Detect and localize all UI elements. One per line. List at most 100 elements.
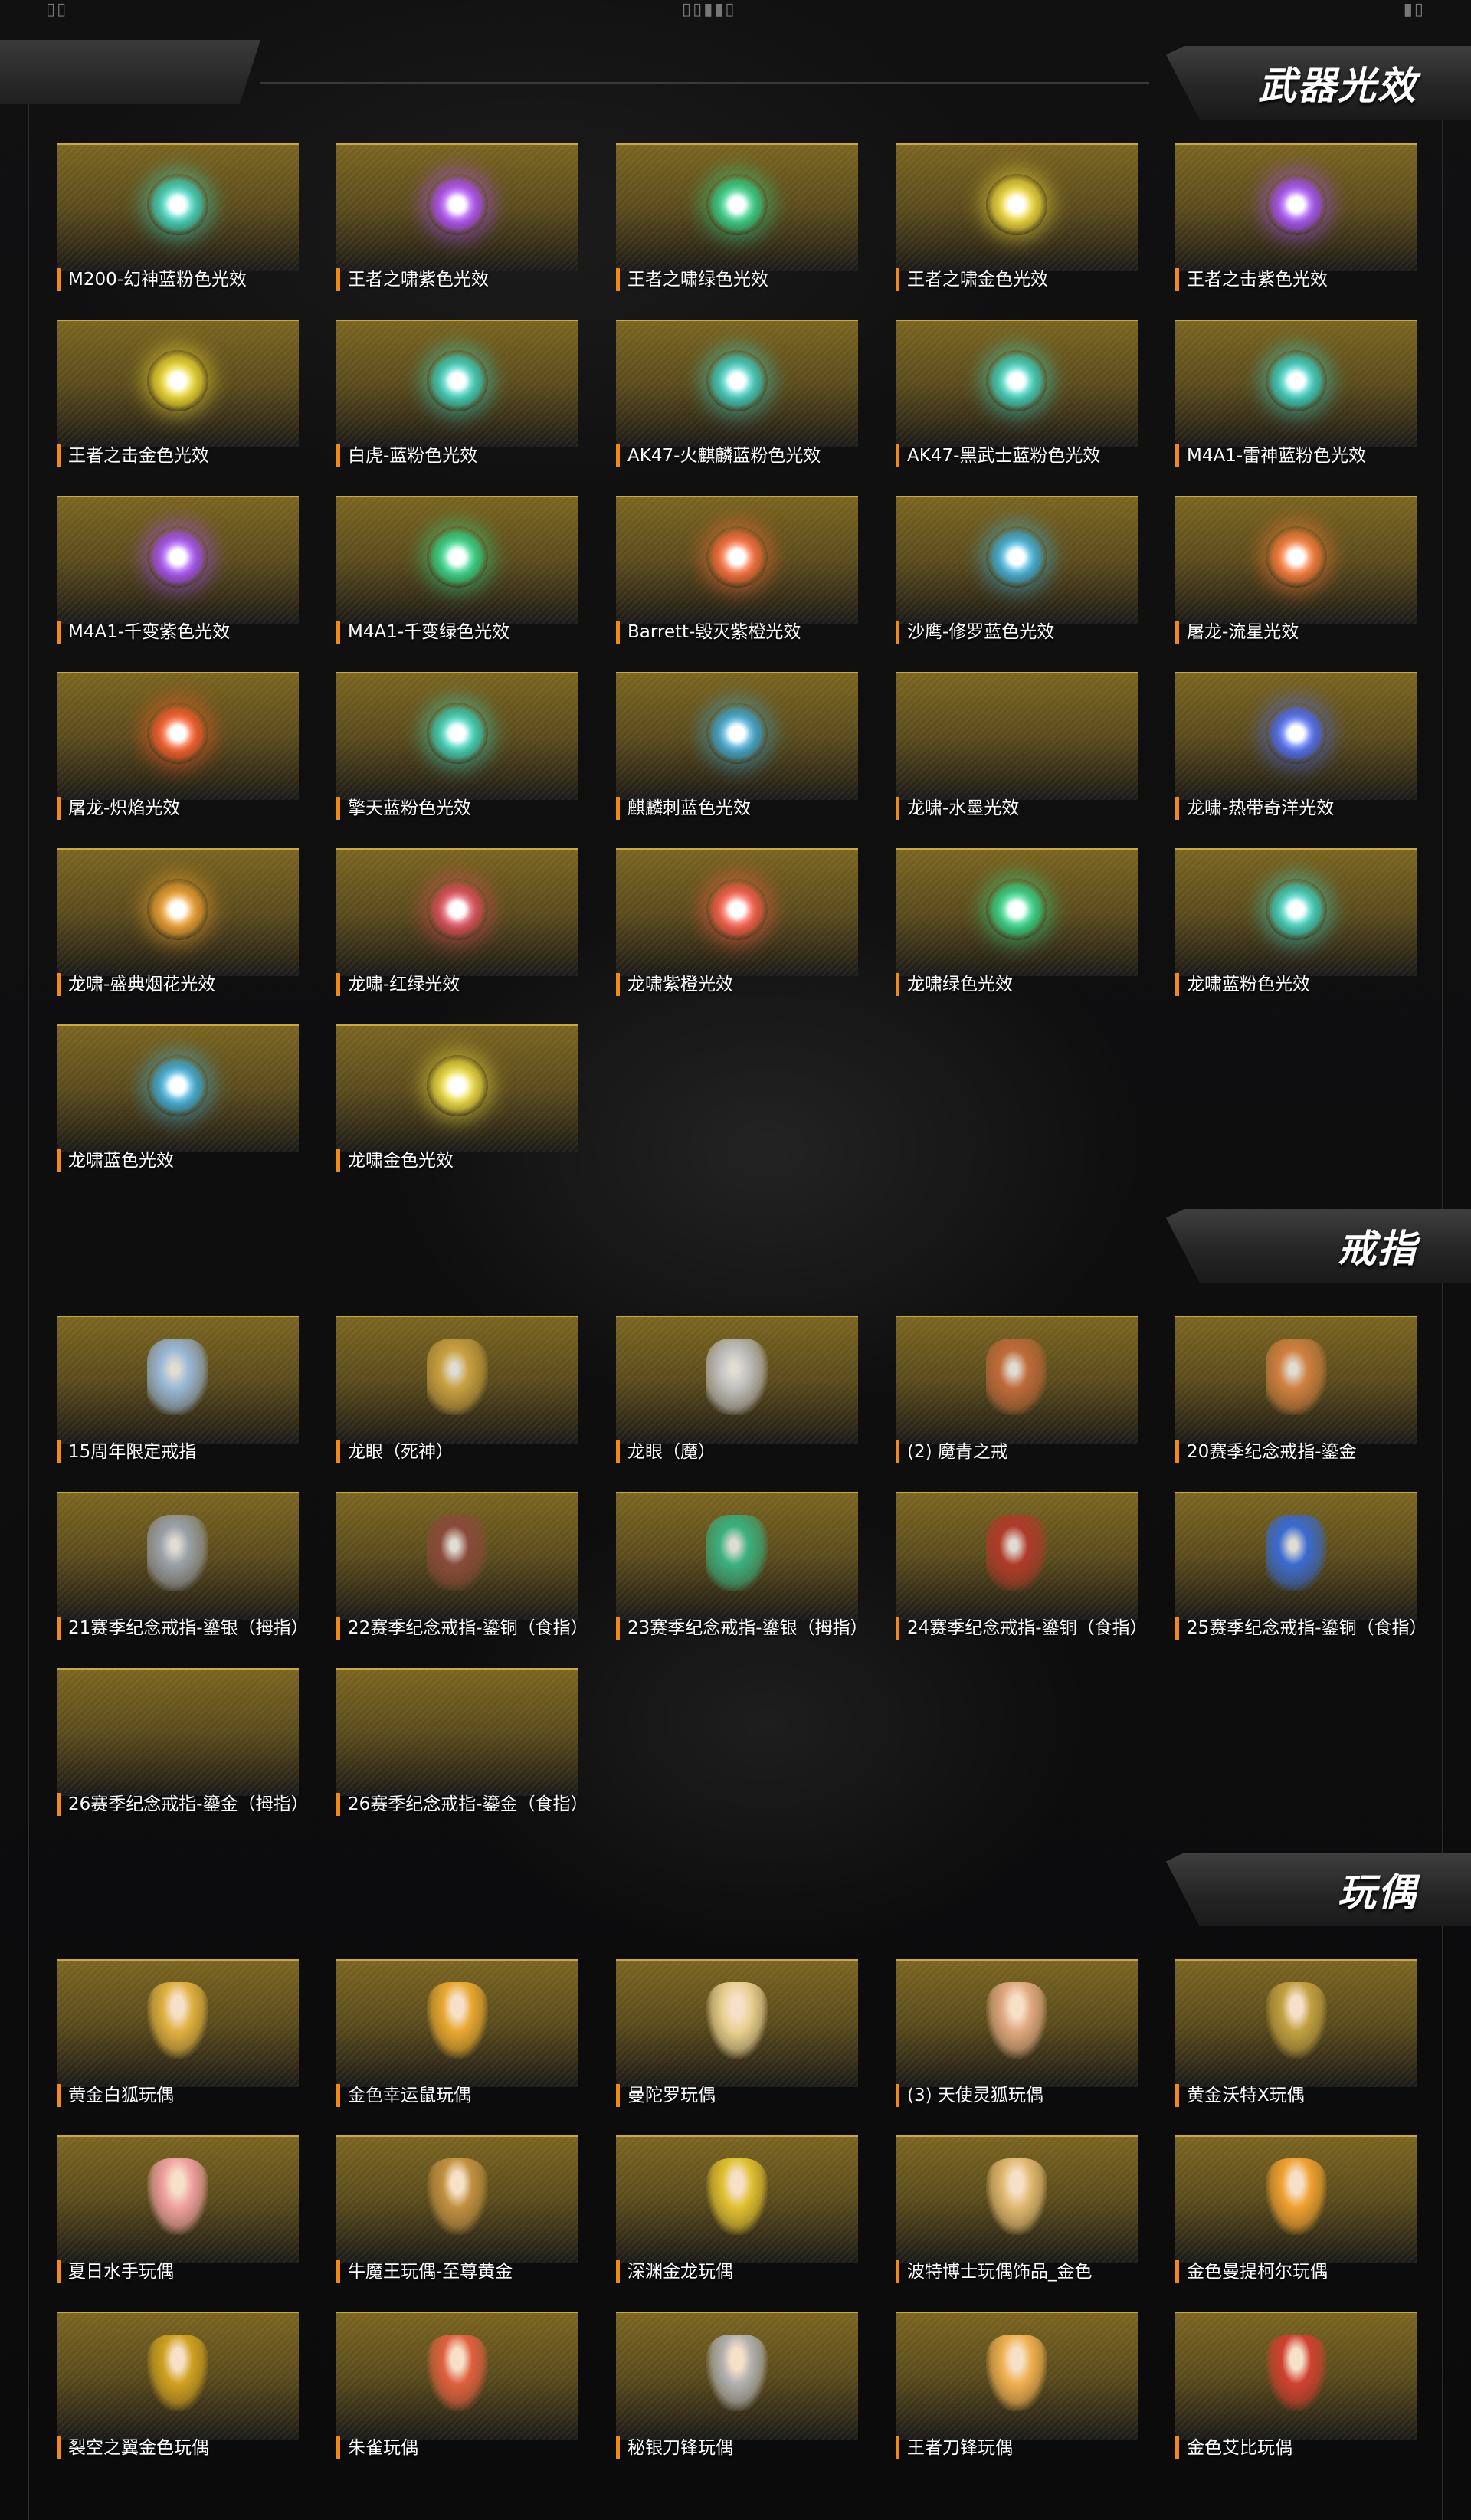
section-title: 戒指 [1338,1227,1417,1271]
item-label: 26赛季纪念戒指-鎏金（拇指） [57,1793,299,1816]
item-card[interactable]: 沙鹰-修罗蓝色光效 [896,496,1138,653]
item-card[interactable]: 王者之击金色光效 [57,320,299,477]
item-card[interactable]: 裂空之翼金色玩偶 [57,2312,299,2469]
item-card[interactable]: 牛魔王玩偶-至尊黄金 [336,2135,578,2292]
light-effect-icon [147,350,208,411]
light-effect-icon [427,1055,488,1116]
section-tab-weapon-effects: 武器光效 [1166,46,1471,120]
item-card[interactable]: 龙啸紫橙光效 [616,848,858,1005]
item-card[interactable]: M4A1-雷神蓝粉色光效 [1175,320,1417,477]
item-label: 25赛季纪念戒指-鎏铜（食指） [1175,1617,1417,1640]
item-label: 22赛季纪念戒指-鎏铜（食指） [336,1617,578,1640]
item-card[interactable]: 26赛季纪念戒指-鎏金（食指） [336,1668,578,1825]
light-effect-icon [147,703,208,764]
item-label: 龙啸-盛典烟花光效 [57,973,299,996]
item-card[interactable]: 擎天蓝粉色光效 [336,672,578,829]
item-card[interactable]: 龙啸蓝粉色光效 [1175,848,1417,1005]
light-effect-icon [706,879,768,940]
item-thumbnail [336,672,578,800]
item-label: M4A1-千变绿色光效 [336,621,578,644]
item-thumbnail [57,2135,299,2263]
item-card[interactable]: 黄金白狐玩偶 [57,1959,299,2116]
item-card[interactable]: 龙啸-盛典烟花光效 [57,848,299,1005]
item-label: 23赛季纪念戒指-鎏银（拇指） [616,1617,858,1640]
item-label: AK47-黑武士蓝粉色光效 [896,444,1138,467]
item-card[interactable]: (2) 魔青之戒 [896,1316,1138,1473]
item-thumbnail [616,143,858,271]
item-card[interactable]: 23赛季纪念戒指-鎏银（拇指） [616,1492,858,1649]
item-card[interactable]: 龙眼（死神） [336,1316,578,1473]
item-label: 曼陀罗玩偶 [616,2084,858,2107]
item-label: 龙啸-水墨光效 [896,797,1138,820]
item-card[interactable]: 秘银刀锋玩偶 [616,2312,858,2469]
light-effect-icon [706,526,768,588]
doll-icon [427,1982,488,2059]
item-card[interactable]: 黄金沃特X玩偶 [1175,1959,1417,2116]
item-thumbnail [1175,1316,1417,1444]
item-label: AK47-火麒麟蓝粉色光效 [616,444,858,467]
item-card[interactable]: 波特博士玩偶饰品_金色 [896,2135,1138,2292]
light-effect-icon [427,350,488,411]
item-card[interactable]: 朱雀玩偶 [336,2312,578,2469]
item-card[interactable]: 25赛季纪念戒指-鎏铜（食指） [1175,1492,1417,1649]
item-label: 黄金沃特X玩偶 [1175,2084,1417,2107]
item-label: 王者之击金色光效 [57,444,299,467]
light-effect-icon [986,879,1047,940]
item-card[interactable]: 王者之啸金色光效 [896,143,1138,300]
item-card[interactable]: 龙啸-热带奇洋光效 [1175,672,1417,829]
item-card[interactable]: 夏日水手玩偶 [57,2135,299,2292]
item-thumbnail [896,496,1138,624]
item-card[interactable]: 龙啸绿色光效 [896,848,1138,1005]
item-card[interactable]: 白虎-蓝粉色光效 [336,320,578,477]
light-effect-icon [1266,174,1327,235]
item-thumbnail [1175,320,1417,447]
item-thumbnail [336,848,578,976]
item-card[interactable]: 曼陀罗玩偶 [616,1959,858,2116]
item-thumbnail [336,1668,578,1796]
light-effect-icon [986,174,1047,235]
item-card[interactable]: 屠龙-炽焰光效 [57,672,299,829]
item-thumbnail [57,1024,299,1152]
item-card[interactable]: 26赛季纪念戒指-鎏金（拇指） [57,1668,299,1825]
item-card[interactable]: M4A1-千变紫色光效 [57,496,299,653]
item-thumbnail [616,2312,858,2440]
item-card[interactable]: 22赛季纪念戒指-鎏铜（食指） [336,1492,578,1649]
item-thumbnail [57,320,299,447]
item-card[interactable]: 15周年限定戒指 [57,1316,299,1473]
item-thumbnail [1175,2312,1417,2440]
item-card[interactable]: 20赛季纪念戒指-鎏金 [1175,1316,1417,1473]
item-card[interactable]: Barrett-毁灭紫橙光效 [616,496,858,653]
item-card[interactable]: 龙眼（魔） [616,1316,858,1473]
item-card[interactable]: M4A1-千变绿色光效 [336,496,578,653]
item-card[interactable]: 金色幸运鼠玩偶 [336,1959,578,2116]
item-card[interactable]: 深渊金龙玩偶 [616,2135,858,2292]
item-thumbnail [616,496,858,624]
item-card[interactable]: 王者之击紫色光效 [1175,143,1417,300]
item-card[interactable]: 王者之啸绿色光效 [616,143,858,300]
item-card[interactable]: 王者之啸紫色光效 [336,143,578,300]
item-card[interactable]: 麒麟刺蓝色光效 [616,672,858,829]
item-card[interactable]: AK47-黑武士蓝粉色光效 [896,320,1138,477]
item-card[interactable]: 金色曼提柯尔玩偶 [1175,2135,1417,2292]
item-card[interactable]: 金色艾比玩偶 [1175,2312,1417,2469]
item-card[interactable]: M200-幻神蓝粉色光效 [57,143,299,300]
item-card[interactable]: 龙啸金色光效 [336,1024,578,1181]
item-card[interactable]: 24赛季纪念戒指-鎏铜（食指） [896,1492,1138,1649]
item-card[interactable]: 龙啸蓝色光效 [57,1024,299,1181]
doll-icon [427,2335,488,2411]
light-effect-icon [1266,526,1327,588]
item-card[interactable]: 屠龙-流星光效 [1175,496,1417,653]
item-label: 龙眼（死神） [336,1440,578,1463]
header-tick-center: ▯▯▮▮▯ [682,0,736,19]
item-label: 屠龙-炽焰光效 [57,797,299,820]
item-card[interactable]: 龙啸-水墨光效 [896,672,1138,829]
item-card[interactable]: 龙啸-红绿光效 [336,848,578,1005]
item-card[interactable]: (3) 天使灵狐玩偶 [896,1959,1138,2116]
item-card[interactable]: 21赛季纪念戒指-鎏银（拇指） [57,1492,299,1649]
section-tab-dolls: 玩偶 [1166,1853,1471,1926]
item-label: 龙啸金色光效 [336,1149,578,1172]
doll-icon [1266,1982,1327,2059]
item-card[interactable]: AK47-火麒麟蓝粉色光效 [616,320,858,477]
item-card[interactable]: 王者刀锋玩偶 [896,2312,1138,2469]
light-effect-icon [706,174,768,235]
